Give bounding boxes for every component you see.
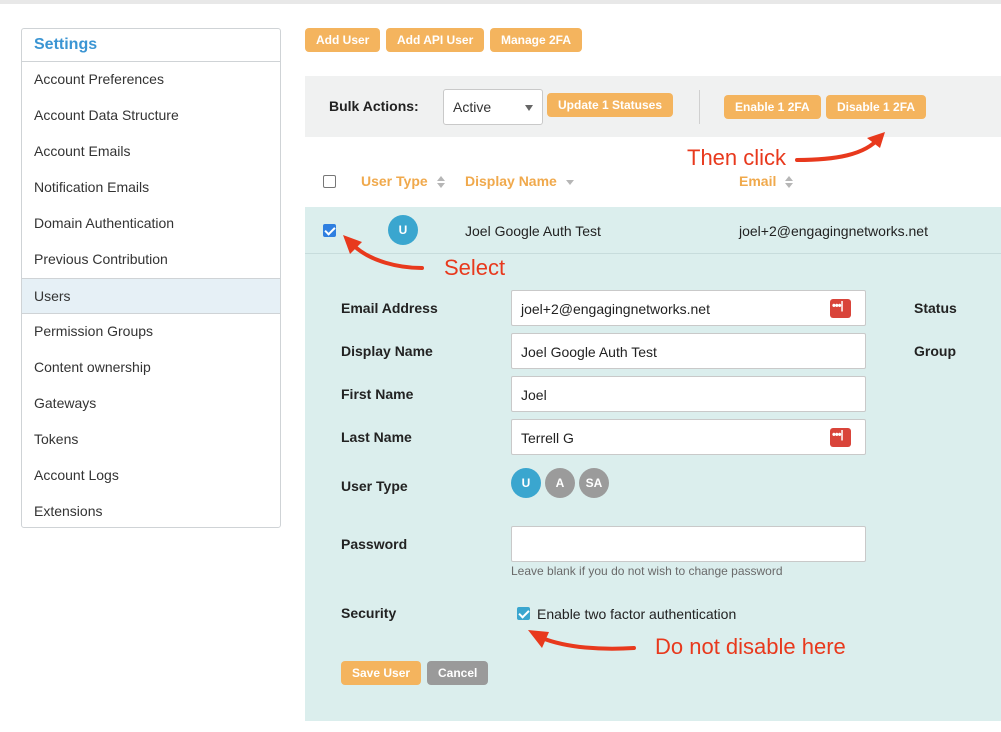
sidebar-item-users[interactable]: Users xyxy=(22,278,280,314)
password-field[interactable] xyxy=(511,526,866,562)
first-name-value: Joel xyxy=(521,387,547,403)
add-user-button[interactable]: Add User xyxy=(305,28,381,52)
bulk-actions-label: Bulk Actions: xyxy=(329,98,419,114)
sort-icon xyxy=(785,176,794,189)
sort-icon xyxy=(436,176,445,189)
row-select-checkbox[interactable] xyxy=(323,224,336,237)
annotation-arrow-then-click xyxy=(795,132,885,162)
sort-desc-icon xyxy=(565,179,574,185)
select-all-checkbox[interactable] xyxy=(323,175,336,188)
password-manager-icon[interactable] xyxy=(830,299,851,318)
divider xyxy=(699,90,700,124)
row-email[interactable]: joel+2@engagingnetworks.net xyxy=(739,223,928,239)
sidebar-item-gateways[interactable]: Gateways xyxy=(22,386,280,422)
security-label: Security xyxy=(341,605,397,621)
sidebar-item-content-ownership[interactable]: Content ownership xyxy=(22,350,280,386)
user-type-option-a[interactable]: A xyxy=(545,468,575,498)
display-name-label: Display Name xyxy=(341,343,433,359)
email-field[interactable]: joel+2@engagingnetworks.net xyxy=(511,290,866,326)
disable-2fa-button[interactable]: Disable 1 2FA xyxy=(826,95,927,119)
sidebar-item-permission-groups[interactable]: Permission Groups xyxy=(22,314,280,350)
display-name-value: Joel Google Auth Test xyxy=(521,344,657,360)
user-type-option-sa[interactable]: SA xyxy=(579,468,609,498)
annotation-do-not-disable: Do not disable here xyxy=(655,634,846,659)
sidebar-item-account-logs[interactable]: Account Logs xyxy=(22,458,280,494)
email-address-label: Email Address xyxy=(341,300,438,316)
user-type-label: User Type xyxy=(341,478,408,494)
annotation-arrow-select xyxy=(343,235,424,270)
password-hint: Leave blank if you do not wish to change… xyxy=(511,564,783,578)
column-header-user-type[interactable]: User Type xyxy=(361,173,445,189)
sidebar-item-tokens[interactable]: Tokens xyxy=(22,422,280,458)
sidebar-item-account-preferences[interactable]: Account Preferences xyxy=(22,62,280,98)
column-header-email[interactable]: Email xyxy=(739,173,794,189)
group-label: Group xyxy=(914,343,956,359)
status-label: Status xyxy=(914,300,957,316)
sidebar-item-notification-emails[interactable]: Notification Emails xyxy=(22,170,280,206)
annotation-select: Select xyxy=(444,255,506,280)
user-type-option-u[interactable]: U xyxy=(511,468,541,498)
annotation-arrow-do-not-disable xyxy=(528,630,636,651)
sidebar-item-account-data-structure[interactable]: Account Data Structure xyxy=(22,98,280,134)
sidebar-item-account-emails[interactable]: Account Emails xyxy=(22,134,280,170)
chevron-down-icon xyxy=(525,105,533,111)
status-select[interactable]: Active xyxy=(443,89,543,125)
user-edit-panel xyxy=(305,207,1001,721)
last-name-field[interactable]: Terrell G xyxy=(511,419,866,455)
sidebar-item-domain-authentication[interactable]: Domain Authentication xyxy=(22,206,280,242)
top-border xyxy=(0,0,1001,4)
last-name-label: Last Name xyxy=(341,429,412,445)
row-display-name[interactable]: Joel Google Auth Test xyxy=(465,223,601,239)
column-header-display-name[interactable]: Display Name xyxy=(465,173,574,189)
status-select-value: Active xyxy=(453,99,492,115)
password-label: Password xyxy=(341,536,408,552)
settings-sidebar: Settings Account Preferences Account Data… xyxy=(21,28,281,528)
cancel-button[interactable]: Cancel xyxy=(427,661,489,685)
sidebar-item-previous-contribution[interactable]: Previous Contribution xyxy=(22,242,280,278)
bulk-actions-bar: Bulk Actions: Active Update 1 Statuses E… xyxy=(305,76,1001,137)
manage-2fa-button[interactable]: Manage 2FA xyxy=(490,28,583,52)
password-manager-icon[interactable] xyxy=(830,428,851,447)
display-name-field[interactable]: Joel Google Auth Test xyxy=(511,333,866,369)
two-factor-checkbox[interactable] xyxy=(517,607,530,620)
first-name-field[interactable]: Joel xyxy=(511,376,866,412)
enable-2fa-button[interactable]: Enable 1 2FA xyxy=(724,95,821,119)
save-user-button[interactable]: Save User xyxy=(341,661,422,685)
first-name-label: First Name xyxy=(341,386,414,402)
last-name-value: Terrell G xyxy=(521,430,574,446)
add-api-user-button[interactable]: Add API User xyxy=(386,28,485,52)
update-statuses-button[interactable]: Update 1 Statuses xyxy=(547,93,674,117)
annotation-then-click: Then click xyxy=(687,145,787,170)
sidebar-item-extensions[interactable]: Extensions xyxy=(22,494,280,530)
sidebar-title: Settings xyxy=(22,29,280,62)
email-field-value: joel+2@engagingnetworks.net xyxy=(521,301,710,317)
